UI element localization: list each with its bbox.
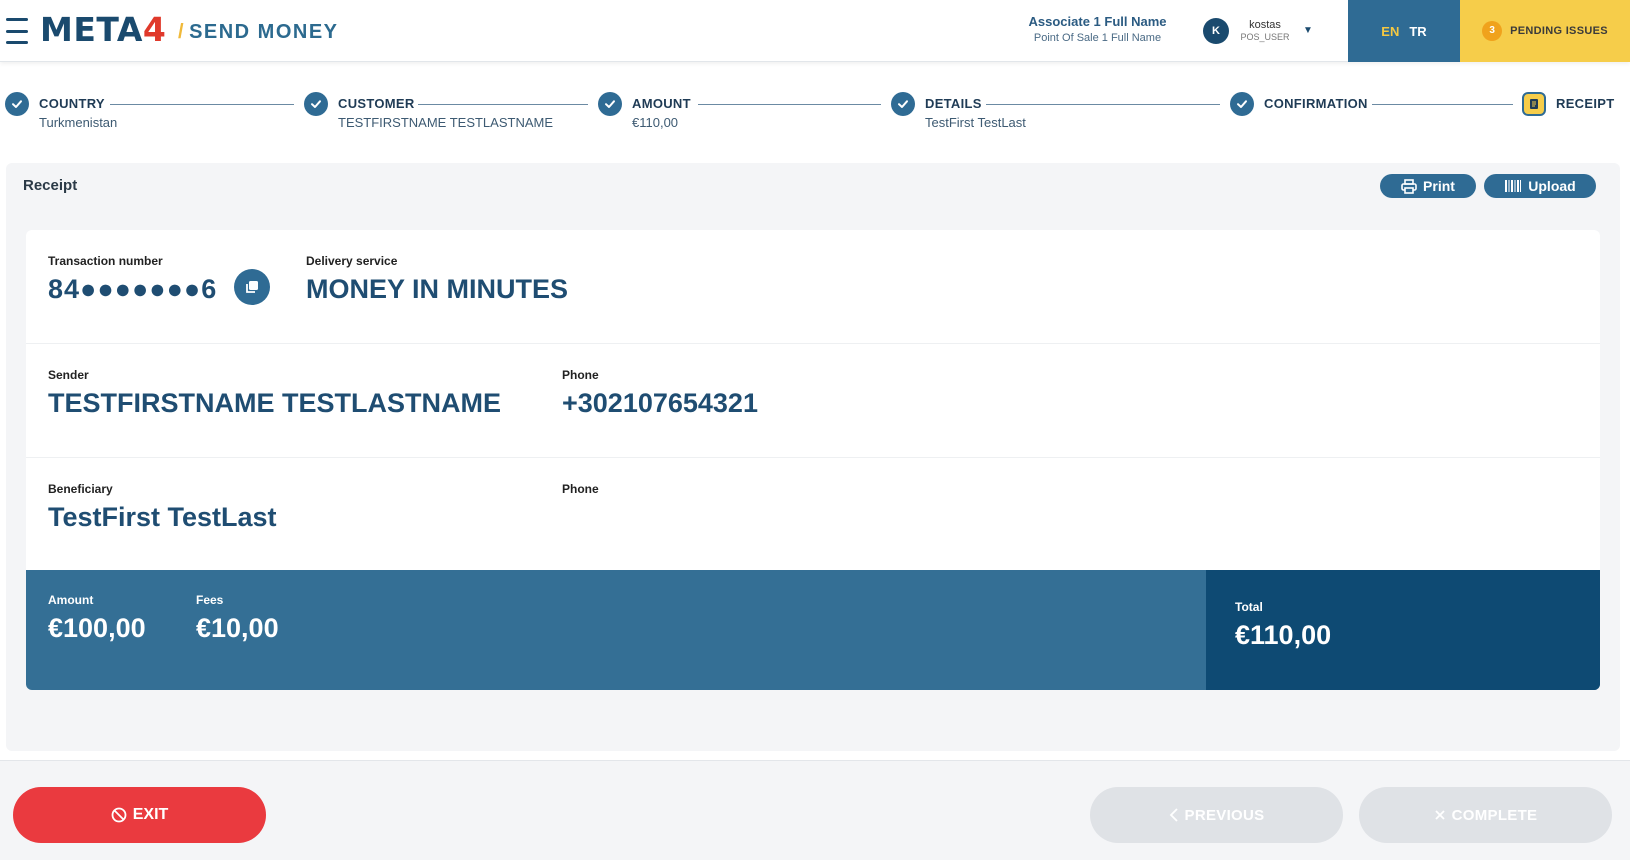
amount-field: Amount €100,00 [48, 593, 146, 644]
app-logo: META4 [40, 10, 166, 50]
barcode-icon [1505, 180, 1522, 192]
receipt-icon [1522, 92, 1546, 116]
point-of-sale-name: Point Of Sale 1 Full Name [1033, 32, 1162, 44]
language-switcher: EN TR [1348, 0, 1460, 62]
step-subtitle: TestFirst TestLast [925, 115, 1026, 130]
user-menu[interactable]: K kostas POS_USER ▼ [1203, 17, 1323, 45]
step-title: CUSTOMER [338, 96, 415, 111]
language-en[interactable]: EN [1381, 24, 1399, 39]
upload-button[interactable]: Upload [1484, 174, 1596, 198]
fees-field: Fees €10,00 [196, 593, 279, 644]
beneficiary-row: Beneficiary TestFirst TestLast Phone [26, 458, 1600, 572]
printer-icon [1401, 178, 1417, 194]
step-title: AMOUNT [632, 96, 691, 111]
amount-label: Amount [48, 593, 94, 607]
step-title: COUNTRY [39, 96, 105, 111]
print-label: Print [1423, 178, 1455, 194]
sender-phone-label: Phone [562, 368, 599, 382]
sender-field: Sender TESTFIRSTNAME TESTLASTNAME [48, 368, 501, 419]
step-connector [986, 104, 1220, 105]
check-icon [891, 92, 915, 116]
sender-label: Sender [48, 368, 89, 382]
delivery-service-label: Delivery service [306, 254, 398, 268]
receipt-title: Receipt [23, 177, 78, 194]
menu-icon[interactable] [6, 18, 28, 44]
step-subtitle: TESTFIRSTNAME TESTLASTNAME [338, 115, 554, 130]
delivery-service-value: MONEY IN MINUTES [306, 274, 569, 304]
associate-name: Associate 1 Full Name [1028, 14, 1167, 29]
delivery-field: Delivery service MONEY IN MINUTES [306, 254, 568, 305]
total-box: Total €110,00 [1206, 570, 1600, 690]
pending-issues-button[interactable]: 3 PENDING ISSUES [1460, 0, 1630, 62]
close-icon [1434, 810, 1445, 820]
step-connector [1372, 104, 1513, 105]
step-subtitle: €110,00 [632, 115, 679, 130]
footer-actions: EXIT PREVIOUS COMPLETE [0, 760, 1630, 860]
sender-row: Sender TESTFIRSTNAME TESTLASTNAME Phone … [26, 344, 1600, 458]
beneficiary-value: TestFirst TestLast [48, 502, 277, 532]
associate-info: Associate 1 Full Name Point Of Sale 1 Fu… [1000, 14, 1195, 44]
transaction-row: Transaction number 84●●●●●●●6 Delivery s… [26, 230, 1600, 344]
user-name: kostas [1249, 19, 1281, 31]
previous-button[interactable]: PREVIOUS [1090, 787, 1343, 843]
pending-count-badge: 3 [1482, 21, 1503, 41]
transaction-number-value: 84●●●●●●●6 [48, 274, 218, 304]
total-field: Total €110,00 [1235, 600, 1331, 651]
logo-accent: 4 [142, 10, 167, 49]
transaction-field: Transaction number 84●●●●●●●6 [48, 254, 217, 305]
chevron-left-icon [1169, 808, 1178, 822]
check-icon [5, 92, 29, 116]
chevron-down-icon: ▼ [1303, 25, 1313, 36]
total-label: Total [1235, 600, 1263, 614]
sender-phone-value: +302107654321 [562, 388, 758, 418]
beneficiary-phone-field: Phone [562, 482, 599, 502]
previous-label: PREVIOUS [1184, 806, 1265, 824]
exit-label: EXIT [132, 806, 169, 823]
logo-text: META [40, 10, 143, 49]
user-role: POS_USER [1240, 32, 1290, 42]
step-connector [698, 104, 881, 105]
copy-icon [246, 281, 258, 293]
check-icon [598, 92, 622, 116]
totals-bar: Amount €100,00 Fees €10,00 Total €110,00 [26, 570, 1600, 690]
exit-button[interactable]: EXIT [13, 787, 266, 843]
beneficiary-label: Beneficiary [48, 482, 113, 496]
app-root: META4 /SEND MONEY Associate 1 Full Name … [0, 0, 1630, 860]
receipt-details: Transaction number 84●●●●●●●6 Delivery s… [26, 230, 1600, 690]
block-icon [111, 807, 127, 823]
complete-label: COMPLETE [1451, 806, 1538, 824]
beneficiary-phone-label: Phone [562, 482, 599, 496]
transaction-number-label: Transaction number [48, 254, 163, 268]
sender-value: TESTFIRSTNAME TESTLASTNAME [48, 388, 501, 418]
fees-value: €10,00 [196, 613, 279, 643]
step-title: DETAILS [925, 96, 982, 111]
step-title: RECEIPT [1556, 96, 1615, 111]
receipt-card: Receipt Print Upload Transaction number … [6, 163, 1620, 751]
amount-value: €100,00 [48, 613, 146, 643]
copy-button[interactable] [234, 269, 270, 305]
top-header: META4 /SEND MONEY Associate 1 Full Name … [0, 0, 1630, 62]
pending-issues-label: PENDING ISSUES [1510, 25, 1608, 37]
check-icon [304, 92, 328, 116]
language-tr[interactable]: TR [1409, 24, 1426, 39]
avatar: K [1203, 18, 1229, 44]
step-connector [110, 104, 294, 105]
sender-phone-field: Phone +302107654321 [562, 368, 758, 419]
total-value: €110,00 [1235, 620, 1332, 650]
page-title: / SEND MONEY [178, 18, 339, 46]
complete-button[interactable]: COMPLETE [1359, 787, 1612, 843]
step-subtitle: Turkmenistan [39, 115, 118, 130]
fees-label: Fees [196, 593, 224, 607]
step-connector [418, 104, 588, 105]
page-title-text: SEND MONEY [189, 21, 339, 43]
step-title: CONFIRMATION [1264, 96, 1368, 111]
upload-label: Upload [1528, 178, 1576, 194]
beneficiary-field: Beneficiary TestFirst TestLast [48, 482, 277, 533]
print-button[interactable]: Print [1380, 174, 1476, 198]
title-slash: / [178, 21, 186, 43]
progress-stepper: COUNTRY Turkmenistan CUSTOMER TESTFIRSTN… [0, 90, 1630, 136]
check-icon [1230, 92, 1254, 116]
